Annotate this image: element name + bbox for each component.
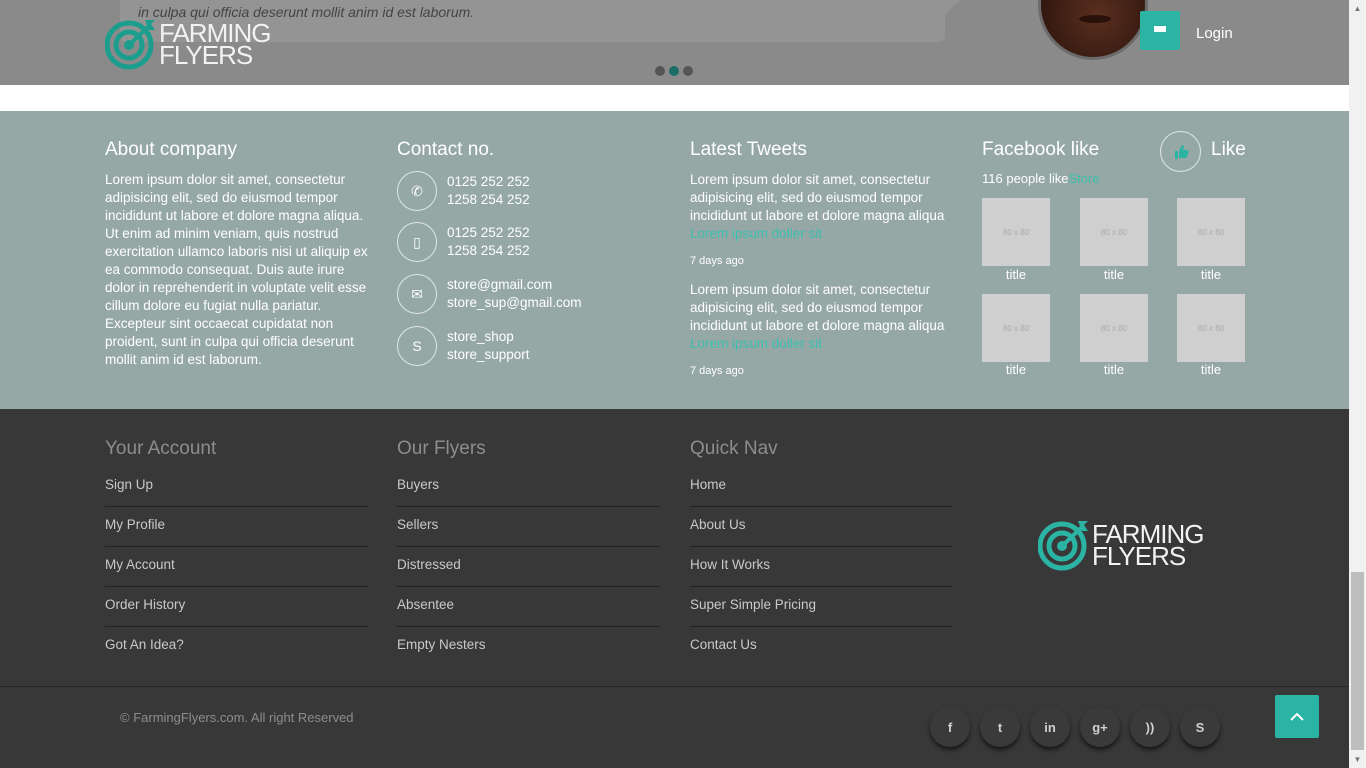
- rss-icon[interactable]: )): [1130, 707, 1170, 747]
- facebook-icon[interactable]: f: [930, 707, 970, 747]
- slider-dot[interactable]: [683, 66, 693, 76]
- people-like-text: 116 people likeStore: [982, 171, 1100, 186]
- contact-title: Contact no.: [397, 139, 495, 160]
- scroll-down-arrow-icon[interactable]: ▼: [1349, 751, 1366, 768]
- scroll-thumb[interactable]: [1351, 572, 1364, 750]
- separator-strip: [0, 85, 1349, 111]
- contact-line: store_shop: [447, 329, 514, 344]
- login-link[interactable]: Login: [1196, 25, 1233, 42]
- hamburger-icon: [1154, 25, 1166, 36]
- slider-dot[interactable]: [655, 66, 665, 76]
- testimonial-avatar: [1038, 0, 1148, 60]
- fb-thumb-title: title: [1200, 362, 1222, 377]
- tweet-text: Lorem ipsum dolor sit amet, consectetur …: [690, 172, 945, 223]
- tweet-time: 7 days ago: [690, 255, 744, 267]
- footer-heading-quick-nav: Quick Nav: [690, 438, 778, 459]
- tweets-title: Latest Tweets: [690, 139, 807, 160]
- tweet-text: Lorem ipsum dolor sit amet, consectetur …: [690, 282, 945, 333]
- fb-thumb-title: title: [1103, 267, 1125, 282]
- logo-target-icon: [104, 18, 157, 70]
- fb-thumb[interactable]: 80 x 80: [1177, 294, 1245, 362]
- about-title: About company: [105, 139, 238, 160]
- fb-thumb[interactable]: 80 x 80: [982, 198, 1050, 266]
- footer-link-order-history[interactable]: Order History: [105, 587, 368, 627]
- footer-link-sign-up[interactable]: Sign Up: [105, 467, 368, 507]
- contact-email-link[interactable]: store@gmail.com: [447, 276, 582, 294]
- info-section: About company Lorem ipsum dolor sit amet…: [0, 111, 1349, 409]
- fb-thumb-title: title: [1103, 362, 1125, 377]
- footer-link-empty-nesters[interactable]: Empty Nesters: [397, 627, 660, 667]
- copyright-text: © FarmingFlyers.com. All right Reserved: [120, 710, 354, 725]
- header-band: in culpa qui officia deserunt mollit ani…: [0, 0, 1349, 85]
- contact-email: ✉ store@gmail.com store_sup@gmail.com: [397, 274, 582, 314]
- fb-thumb-title: title: [1005, 267, 1027, 282]
- facebook-title: Facebook like: [982, 139, 1100, 160]
- contact-line: 1258 254 252: [447, 243, 530, 258]
- chevron-up-icon: [1290, 712, 1304, 721]
- about-text: Lorem ipsum dolor sit amet, consectetur …: [105, 172, 368, 367]
- contact-line: 1258 254 252: [447, 192, 530, 207]
- tweet-link[interactable]: Lorem ipsum doller sit: [690, 336, 822, 351]
- skype-icon[interactable]: S: [1180, 707, 1220, 747]
- contact-line: 0125 252 252: [447, 174, 530, 189]
- back-to-top-button[interactable]: [1275, 695, 1319, 738]
- fb-thumb-title: title: [1200, 267, 1222, 282]
- contact-line: store_support: [447, 347, 530, 362]
- linkedin-icon[interactable]: in: [1030, 707, 1070, 747]
- footer-link-home[interactable]: Home: [690, 467, 952, 507]
- footer: Your Account Sign Up My Profile My Accou…: [0, 409, 1349, 768]
- mobile-icon: ▯: [397, 222, 437, 262]
- tweet-time: 7 days ago: [690, 365, 744, 377]
- people-count: 116 people like: [982, 171, 1069, 186]
- page-scrollbar[interactable]: ▲ ▼: [1349, 0, 1366, 768]
- contact-skype: S store_shop store_support: [397, 326, 530, 366]
- tweet-link[interactable]: Lorem ipsum doller sit: [690, 226, 822, 241]
- tweet-item: Lorem ipsum dolor sit amet, consectetur …: [690, 281, 950, 353]
- contact-line: 0125 252 252: [447, 225, 530, 240]
- like-label[interactable]: Like: [1211, 139, 1246, 161]
- menu-button[interactable]: [1140, 11, 1180, 50]
- fb-thumb[interactable]: 80 x 80: [1080, 294, 1148, 362]
- tweet-item: Lorem ipsum dolor sit amet, consectetur …: [690, 171, 950, 243]
- footer-link-absentee[interactable]: Absentee: [397, 587, 660, 627]
- footer-link-got-an-idea[interactable]: Got An Idea?: [105, 627, 368, 667]
- slider-dot-active[interactable]: [669, 66, 679, 76]
- googleplus-icon[interactable]: g+: [1080, 707, 1120, 747]
- phone-icon: ✆: [397, 171, 437, 211]
- slider-dots: [655, 66, 693, 76]
- testimonial-arrow: [945, 0, 961, 14]
- logo-target-icon: [1037, 519, 1090, 571]
- contact-phone: ✆ 0125 252 252 1258 254 252: [397, 171, 530, 211]
- contact-email-link[interactable]: store_sup@gmail.com: [447, 294, 582, 312]
- footer-link-my-profile[interactable]: My Profile: [105, 507, 368, 547]
- scroll-up-arrow-icon[interactable]: ▲: [1349, 0, 1366, 17]
- fb-thumb[interactable]: 80 x 80: [1080, 198, 1148, 266]
- footer-heading-account: Your Account: [105, 438, 217, 459]
- footer-link-about-us[interactable]: About Us: [690, 507, 952, 547]
- footer-heading-flyers: Our Flyers: [397, 438, 486, 459]
- footer-link-sellers[interactable]: Sellers: [397, 507, 660, 547]
- fb-thumb-title: title: [1005, 362, 1027, 377]
- footer-link-my-account[interactable]: My Account: [105, 547, 368, 587]
- footer-logo[interactable]: FARMING FLYERS: [1037, 519, 1204, 571]
- fb-thumb[interactable]: 80 x 80: [982, 294, 1050, 362]
- thumbs-up-icon[interactable]: [1160, 131, 1201, 172]
- store-link[interactable]: Store: [1069, 171, 1100, 186]
- footer-link-buyers[interactable]: Buyers: [397, 467, 660, 507]
- twitter-icon[interactable]: t: [980, 707, 1020, 747]
- skype-icon: S: [397, 326, 437, 366]
- footer-link-distressed[interactable]: Distressed: [397, 547, 660, 587]
- envelope-icon: ✉: [397, 274, 437, 314]
- fb-thumb[interactable]: 80 x 80: [1177, 198, 1245, 266]
- footer-divider: [0, 686, 1349, 687]
- footer-link-how-it-works[interactable]: How It Works: [690, 547, 952, 587]
- footer-link-contact-us[interactable]: Contact Us: [690, 627, 952, 667]
- contact-mobile: ▯ 0125 252 252 1258 254 252: [397, 222, 530, 262]
- header-logo[interactable]: FARMING FLYERS: [104, 18, 271, 70]
- footer-link-pricing[interactable]: Super Simple Pricing: [690, 587, 952, 627]
